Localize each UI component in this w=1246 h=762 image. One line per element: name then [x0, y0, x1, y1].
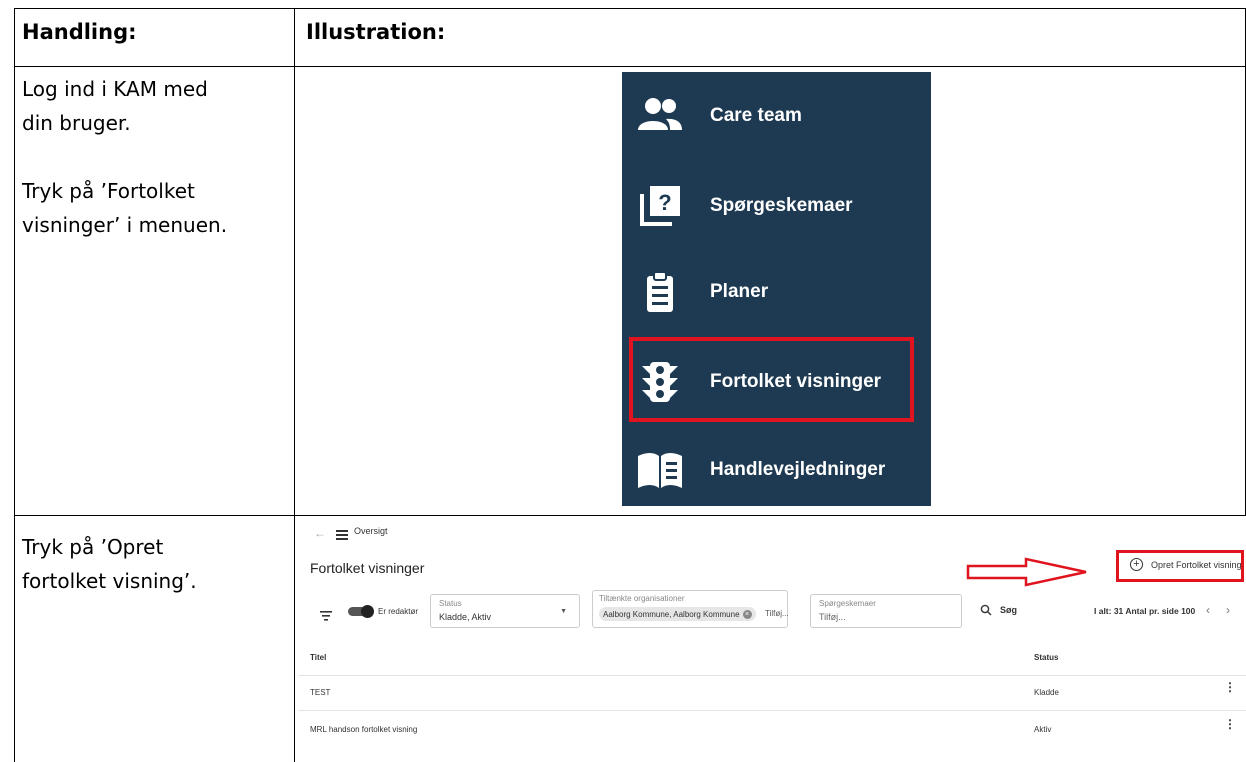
arrow-annotation-icon — [966, 557, 1087, 587]
row-status: Kladde — [1034, 688, 1059, 697]
step1-line2: din bruger. — [22, 111, 131, 135]
dropdown-arrow-icon: ▼ — [560, 608, 567, 615]
chip-remove-icon[interactable]: × — [742, 609, 752, 619]
create-button-label: Opret Fortolket visning — [1151, 559, 1242, 570]
step2-line1: Tryk på ’Opret — [22, 535, 164, 559]
table-border-left — [14, 8, 15, 762]
row-menu-icon[interactable]: ⋮ — [1224, 681, 1236, 693]
paging-info: I alt: 31 Antal pr. side 100 — [1094, 606, 1196, 616]
menu-label-questionnaires: Spørgeskemaer — [710, 195, 853, 216]
step1-instruction-2: Tryk på ’Fortolket visninger’ i menuen. — [22, 176, 290, 240]
row-title: MRL handson fortolket visning — [310, 725, 418, 734]
menu-item-care-team[interactable]: Care team — [622, 86, 931, 146]
back-arrow-icon[interactable]: ← — [314, 526, 326, 540]
next-page-icon[interactable]: › — [1226, 603, 1230, 617]
menu-label-care-team: Care team — [710, 105, 802, 126]
menu-item-questionnaires[interactable]: ? Spørgeskemaer — [622, 176, 931, 236]
table-row-divider-1 — [14, 66, 1246, 67]
table-row-divider-2 — [14, 515, 1246, 516]
plus-circle-icon: + — [1130, 558, 1143, 571]
header-illustration: Illustration: — [306, 20, 446, 44]
header-handling: Handling: — [22, 20, 137, 44]
people-icon — [636, 92, 684, 140]
step1-instruction: Log ind i KAM med din bruger. — [22, 74, 290, 138]
menu-item-handlevejledninger[interactable]: Handlevejledninger — [622, 440, 931, 500]
clipboard-icon — [636, 268, 684, 316]
breadcrumb[interactable]: Oversigt — [354, 526, 388, 536]
questionnaire-icon: ? — [636, 182, 684, 230]
sidebar-menu: Care team ? Spørgeskemaer Planer Fortolk… — [622, 72, 931, 506]
menu-label-handlevejledninger: Handlevejledninger — [710, 459, 886, 480]
step1-line1: Log ind i KAM med — [22, 77, 208, 101]
page-title: Fortolket visninger — [310, 560, 425, 576]
status-select-value: Kladde, Aktiv — [439, 612, 492, 622]
step2-line2: fortolket visning’. — [22, 569, 197, 593]
questionnaires-field[interactable]: Spørgeskemaer Tilføj... — [810, 594, 962, 628]
step1b-line1: Tryk på ’Fortolket — [22, 179, 195, 203]
questionnaires-placeholder: Tilføj... — [819, 612, 846, 622]
filter-icon[interactable] — [320, 608, 332, 626]
list-icon — [336, 527, 348, 545]
search-button[interactable]: Søg — [980, 604, 1017, 616]
editor-toggle[interactable] — [348, 605, 374, 618]
status-select[interactable]: Status Kladde, Aktiv ▼ — [430, 594, 580, 628]
row-menu-icon[interactable]: ⋮ — [1224, 718, 1236, 730]
step1b-line2: visninger’ i menuen. — [22, 213, 228, 237]
organisation-chip[interactable]: Aalborg Kommune, Aalborg Kommune × — [599, 607, 756, 621]
status-select-label: Status — [439, 599, 462, 608]
step2-instruction: Tryk på ’Opret fortolket visning’. — [22, 532, 290, 596]
table-row[interactable]: TEST Kladde ⋮ — [298, 676, 1246, 710]
search-icon — [980, 604, 992, 616]
highlight-box — [629, 337, 914, 422]
table-border-top — [14, 8, 1246, 9]
column-header-title: Titel — [310, 653, 327, 662]
prev-page-icon[interactable]: ‹ — [1206, 603, 1210, 617]
toggle-knob — [361, 605, 374, 618]
table-row[interactable]: MRL handson fortolket visning Aktiv ⋮ — [298, 711, 1246, 745]
svg-text:?: ? — [658, 190, 671, 215]
organisations-field[interactable]: Tiltænkte organisationer Aalborg Kommune… — [592, 590, 789, 628]
table-col-divider — [294, 8, 295, 762]
organisation-chip-label: Aalborg Kommune, Aalborg Kommune — [603, 609, 740, 619]
row-status: Aktiv — [1034, 725, 1052, 734]
row-title: TEST — [310, 688, 331, 697]
questionnaires-label: Spørgeskemaer — [819, 599, 876, 608]
toggle-label: Er redaktør — [378, 607, 419, 616]
book-icon — [636, 446, 684, 494]
organisations-add: Tilføj... — [765, 609, 789, 618]
column-header-status: Status — [1034, 653, 1059, 662]
menu-label-plans: Planer — [710, 281, 769, 302]
menu-item-plans[interactable]: Planer — [622, 262, 931, 322]
overview-screenshot: ← Oversigt Fortolket visninger + Opret F… — [298, 520, 1246, 762]
search-label: Søg — [1000, 605, 1017, 615]
organisations-label: Tiltænkte organisationer — [599, 594, 685, 603]
create-fortolket-visning-button[interactable]: + Opret Fortolket visning — [1130, 558, 1242, 571]
